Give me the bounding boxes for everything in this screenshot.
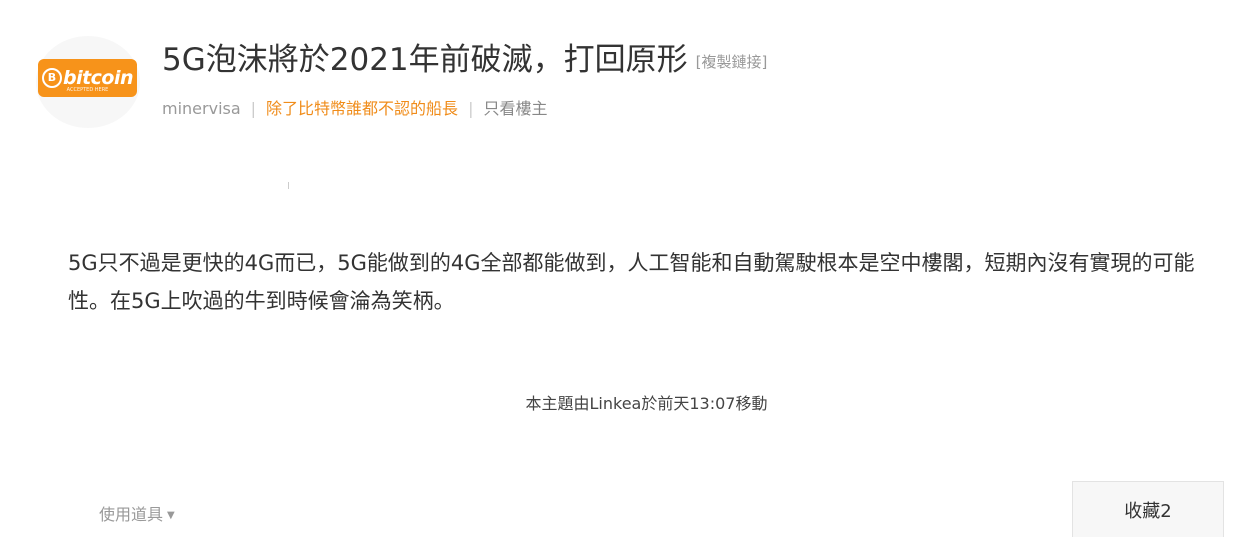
moved-note: 本主題由Linkea於前天13:07移動: [525, 394, 768, 413]
favorite-label: 收藏2: [1124, 500, 1172, 522]
tools-menu[interactable]: 使用道具 ▼: [99, 501, 175, 525]
copy-link-button[interactable]: [複製鏈接]: [696, 53, 768, 71]
post-title: 5G泡沫將於2021年前破滅，打回原形: [162, 42, 688, 78]
chevron-down-icon: ▼: [167, 510, 175, 521]
bitcoin-icon: B: [41, 68, 62, 88]
post-title-row: 5G泡沫將於2021年前破滅，打回原形 [複製鏈接]: [162, 34, 767, 79]
author-rank: 除了比特幣誰都不認的船長: [266, 99, 459, 118]
meta-separator: |: [250, 99, 257, 118]
author-name[interactable]: minervisa: [162, 99, 241, 118]
only-author-link[interactable]: 只看樓主: [483, 99, 547, 118]
avatar-tagline: ACCEPTED HERE: [66, 87, 109, 93]
favorite-button[interactable]: 收藏2: [1072, 481, 1224, 537]
avatar[interactable]: B bitcoin ACCEPTED HERE: [38, 59, 137, 97]
meta-separator: |: [468, 99, 474, 118]
tools-label: 使用道具: [99, 505, 164, 524]
divider-mark: [288, 182, 289, 189]
post-body: 5G只不過是更快的4G而已，5G能做到的4G全部都能做到，人工智能和自動駕駛根本…: [68, 251, 1195, 313]
post-meta: minervisa | 除了比特幣誰都不認的船長 | 只看樓主: [162, 95, 547, 119]
avatar-brand-text: bitcoin: [62, 67, 134, 89]
